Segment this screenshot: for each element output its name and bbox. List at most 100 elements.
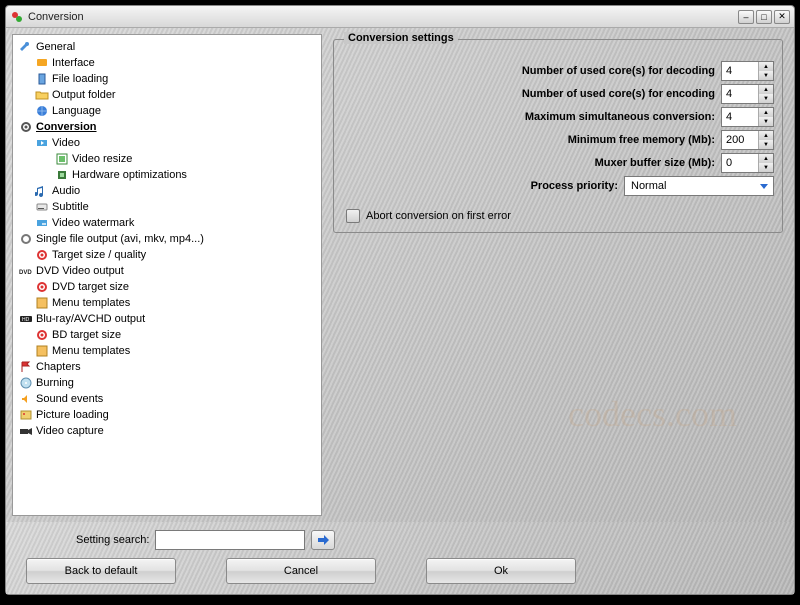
tree-item-dvd-output[interactable]: DVD DVD Video output [15, 263, 319, 279]
svg-text:HD: HD [22, 317, 30, 323]
spin-up-icon[interactable]: ▲ [759, 154, 773, 163]
conversion-settings-group: Conversion settings Number of used core(… [333, 39, 783, 233]
encoding-cores-spinner[interactable]: ▲▼ [721, 84, 774, 104]
process-priority-combo[interactable]: Normal [624, 176, 774, 196]
encoding-cores-input[interactable] [722, 85, 758, 103]
tree-item-sound-events[interactable]: Sound events [15, 391, 319, 407]
encoding-cores-row: Number of used core(s) for encoding ▲▼ [342, 84, 774, 104]
decoding-cores-spinner[interactable]: ▲▼ [721, 61, 774, 81]
camera-icon [19, 424, 33, 438]
abort-on-error-label: Abort conversion on first error [366, 210, 511, 222]
spin-up-icon[interactable]: ▲ [759, 62, 773, 71]
tree-item-audio[interactable]: Audio [15, 183, 319, 199]
spin-down-icon[interactable]: ▼ [759, 71, 773, 80]
muxer-buffer-spinner[interactable]: ▲▼ [721, 153, 774, 173]
tree-item-hw-opt[interactable]: Hardware optimizations [15, 167, 319, 183]
tree-item-conversion[interactable]: Conversion [15, 119, 319, 135]
close-button[interactable]: ✕ [774, 10, 790, 24]
tree-item-menu-templates-bd[interactable]: Menu templates [15, 343, 319, 359]
setting-search-button[interactable] [311, 530, 335, 550]
tree-label: Single file output (avi, mkv, mp4...) [36, 233, 204, 245]
tree-label: Subtitle [52, 201, 89, 213]
maximize-button[interactable]: □ [756, 10, 772, 24]
tree-item-picture-loading[interactable]: Picture loading [15, 407, 319, 423]
titlebar: Conversion ‒ □ ✕ [6, 6, 794, 28]
picture-icon [19, 408, 33, 422]
tree-item-language[interactable]: Language [15, 103, 319, 119]
tree-item-burning[interactable]: Burning [15, 375, 319, 391]
tree-item-target-size[interactable]: Target size / quality [15, 247, 319, 263]
group-legend: Conversion settings [344, 32, 458, 44]
tree-label: Hardware optimizations [72, 169, 187, 181]
spin-down-icon[interactable]: ▼ [759, 163, 773, 172]
tree-label: Burning [36, 377, 74, 389]
tree-label: Menu templates [52, 297, 130, 309]
chip-icon [55, 168, 69, 182]
tree-item-file-loading[interactable]: File loading [15, 71, 319, 87]
min-memory-input[interactable] [722, 131, 758, 149]
spin-down-icon[interactable]: ▼ [759, 117, 773, 126]
tree-item-interface[interactable]: Interface [15, 55, 319, 71]
watermark-text: codecs.com [568, 393, 737, 435]
tree-label: Conversion [36, 121, 97, 133]
max-simultaneous-input[interactable] [722, 108, 758, 126]
tree-item-video[interactable]: Video [15, 135, 319, 151]
abort-on-error-checkbox[interactable] [346, 209, 360, 223]
setting-search-row: Setting search: [16, 530, 784, 550]
audio-icon [35, 184, 49, 198]
tree-label: Output folder [52, 89, 116, 101]
spin-down-icon[interactable]: ▼ [759, 140, 773, 149]
tree-label: DVD Video output [36, 265, 124, 277]
tree-item-output-folder[interactable]: Output folder [15, 87, 319, 103]
tree-item-dvd-target[interactable]: DVD target size [15, 279, 319, 295]
tree-label: General [36, 41, 75, 53]
tree-label: BD target size [52, 329, 121, 341]
globe-icon [35, 104, 49, 118]
settings-panel: Conversion settings Number of used core(… [328, 34, 788, 516]
decoding-cores-input[interactable] [722, 62, 758, 80]
tree-label: Video resize [72, 153, 132, 165]
tree-label: Audio [52, 185, 80, 197]
tree-label: Video capture [36, 425, 104, 437]
tree-item-general[interactable]: General [15, 39, 319, 55]
cancel-button[interactable]: Cancel [226, 558, 376, 584]
tree-label: Picture loading [36, 409, 109, 421]
chevron-down-icon[interactable] [755, 180, 773, 192]
max-simultaneous-spinner[interactable]: ▲▼ [721, 107, 774, 127]
tree-item-video-resize[interactable]: Video resize [15, 151, 319, 167]
min-memory-spinner[interactable]: ▲▼ [721, 130, 774, 150]
process-priority-label: Process priority: [342, 180, 618, 192]
setting-search-label: Setting search: [76, 534, 149, 546]
tree-label: Sound events [36, 393, 103, 405]
tree-label: Target size / quality [52, 249, 146, 261]
minimize-button[interactable]: ‒ [738, 10, 754, 24]
tree-item-bluray-output[interactable]: HD Blu-ray/AVCHD output [15, 311, 319, 327]
spin-down-icon[interactable]: ▼ [759, 94, 773, 103]
tree-label: Blu-ray/AVCHD output [36, 313, 145, 325]
file-icon [35, 72, 49, 86]
tree-item-video-watermark[interactable]: Video watermark [15, 215, 319, 231]
settings-tree: General Interface File loading Output fo… [12, 34, 322, 516]
max-simultaneous-label: Maximum simultaneous conversion: [342, 111, 715, 123]
tree-item-chapters[interactable]: Chapters [15, 359, 319, 375]
target-icon [35, 248, 49, 262]
tree-item-bd-target[interactable]: BD target size [15, 327, 319, 343]
spin-up-icon[interactable]: ▲ [759, 108, 773, 117]
ok-button[interactable]: Ok [426, 558, 576, 584]
min-memory-label: Minimum free memory (Mb): [342, 134, 715, 146]
spin-up-icon[interactable]: ▲ [759, 85, 773, 94]
resize-icon [55, 152, 69, 166]
tree-item-subtitle[interactable]: Subtitle [15, 199, 319, 215]
back-to-default-button[interactable]: Back to default [26, 558, 176, 584]
arrow-right-icon [316, 534, 330, 546]
spin-up-icon[interactable]: ▲ [759, 131, 773, 140]
dvd-icon: DVD [19, 264, 33, 278]
setting-search-input[interactable] [155, 530, 305, 550]
muxer-buffer-input[interactable] [722, 154, 758, 172]
gear-icon [19, 120, 33, 134]
tree-item-video-capture[interactable]: Video capture [15, 423, 319, 439]
svg-text:DVD: DVD [19, 270, 32, 276]
dialog-footer: Setting search: Back to default Cancel O… [6, 522, 794, 594]
tree-item-single-file[interactable]: Single file output (avi, mkv, mp4...) [15, 231, 319, 247]
tree-item-menu-templates-dvd[interactable]: Menu templates [15, 295, 319, 311]
